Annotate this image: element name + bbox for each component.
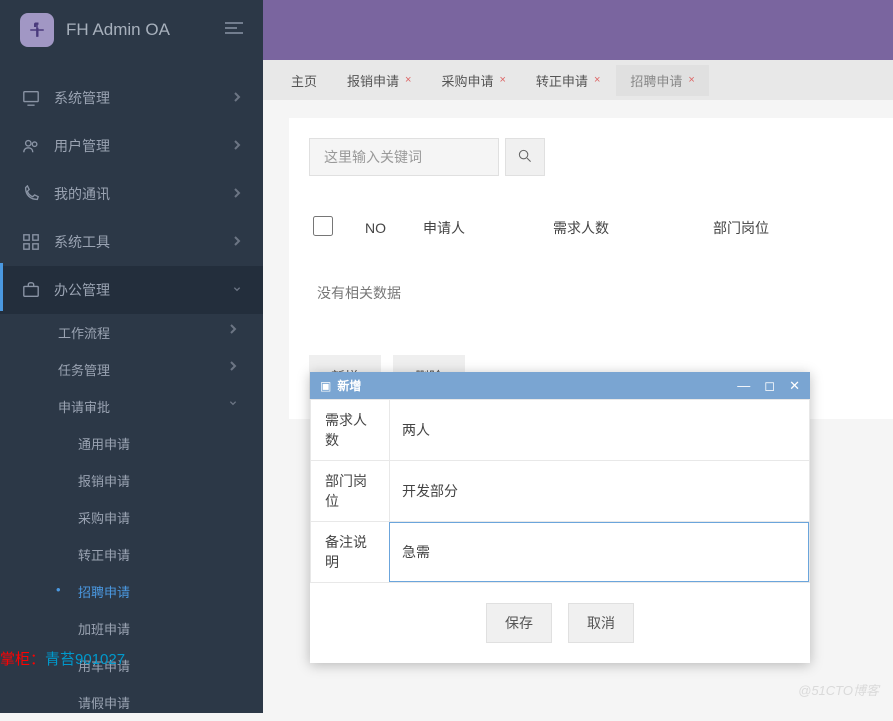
chevron-right-icon	[233, 90, 241, 106]
submenu-workflow[interactable]: 工作流程	[0, 314, 263, 351]
grid-icon	[22, 233, 40, 251]
sidebar-item-label: 办公管理	[54, 280, 233, 300]
tabs-bar: 主页 报销申请× 采购申请× 转正申请× 招聘申请×	[263, 60, 893, 100]
submenu-label: 任务管理	[58, 363, 110, 378]
close-icon[interactable]: ×	[594, 74, 600, 86]
demand-label: 需求人数	[311, 400, 389, 460]
empty-state: 没有相关数据	[309, 249, 873, 337]
close-icon[interactable]: ×	[405, 74, 411, 86]
sidebar-item-label: 系统管理	[54, 88, 233, 108]
dept-label: 部门岗位	[311, 461, 389, 521]
submenu-leave-apply[interactable]: 请假申请	[0, 684, 263, 721]
col-no: NO	[365, 220, 423, 236]
select-all-checkbox[interactable]	[313, 216, 333, 236]
overlay-text: 掌柜：青苔901027	[0, 648, 125, 669]
remark-label: 备注说明	[311, 522, 389, 582]
sidebar-item-users[interactable]: 用户管理	[0, 122, 263, 170]
tab-recruit[interactable]: 招聘申请×	[616, 65, 708, 96]
sidebar-item-label: 用户管理	[54, 136, 233, 156]
col-dept: 部门岗位	[713, 218, 843, 238]
brand-header: FH Admin OA	[0, 0, 263, 60]
search-input[interactable]	[309, 138, 499, 176]
submenu-label: 工作流程	[58, 326, 110, 341]
maximize-icon[interactable]: ◻	[764, 378, 775, 394]
tab-purchase[interactable]: 采购申请×	[427, 65, 519, 96]
dept-field[interactable]	[389, 461, 809, 521]
window-icon: ▣	[320, 379, 331, 393]
minimize-icon[interactable]: —	[737, 378, 750, 394]
close-icon[interactable]: ✕	[789, 378, 800, 394]
submenu-label: 申请审批	[58, 400, 110, 415]
submenu-recruit-apply[interactable]: 招聘申请	[0, 573, 263, 610]
submenu-approval[interactable]: 申请审批	[0, 388, 263, 425]
menu-toggle-icon[interactable]	[225, 21, 243, 40]
submenu-tasks[interactable]: 任务管理	[0, 351, 263, 388]
chevron-right-icon	[233, 186, 241, 202]
brand-title: FH Admin OA	[66, 20, 170, 40]
submenu-general-apply[interactable]: 通用申请	[0, 425, 263, 462]
sidebar-item-label: 系统工具	[54, 232, 233, 252]
sidebar-item-tools[interactable]: 系统工具	[0, 218, 263, 266]
tab-home[interactable]: 主页	[277, 65, 331, 96]
users-icon	[22, 137, 40, 155]
sidebar-item-office[interactable]: 办公管理	[0, 266, 263, 314]
submenu-regular-apply[interactable]: 转正申请	[0, 536, 263, 573]
close-icon[interactable]: ×	[688, 74, 694, 86]
demand-field[interactable]	[389, 400, 809, 460]
sidebar-item-label: 我的通讯	[54, 184, 233, 204]
table-header: NO 申请人 需求人数 部门岗位	[309, 206, 873, 249]
topbar	[263, 0, 893, 60]
chevron-down-icon	[229, 397, 237, 412]
search-icon	[518, 149, 532, 163]
tab-regular[interactable]: 转正申请×	[522, 65, 614, 96]
remark-field[interactable]	[389, 522, 809, 582]
close-icon[interactable]: ×	[499, 74, 505, 86]
brand-logo-icon	[20, 13, 54, 47]
dialog-header[interactable]: ▣ 新增 — ◻ ✕	[310, 372, 810, 399]
submenu-expense-apply[interactable]: 报销申请	[0, 462, 263, 499]
chevron-down-icon	[233, 282, 241, 298]
save-button[interactable]: 保存	[486, 603, 552, 643]
submenu-purchase-apply[interactable]: 采购申请	[0, 499, 263, 536]
search-button[interactable]	[505, 138, 545, 176]
new-dialog: ▣ 新增 — ◻ ✕ 需求人数 部门岗位 备注说明 保存 取消	[310, 372, 810, 663]
submenu-overtime-apply[interactable]: 加班申请	[0, 610, 263, 647]
sidebar-item-contacts[interactable]: 我的通讯	[0, 170, 263, 218]
sidebar-item-system[interactable]: 系统管理	[0, 74, 263, 122]
watermark: @51CTO博客	[798, 680, 879, 699]
chevron-right-icon	[233, 234, 241, 250]
chevron-right-icon	[229, 323, 237, 338]
monitor-icon	[22, 89, 40, 107]
chevron-right-icon	[233, 138, 241, 154]
col-applicant: 申请人	[423, 218, 553, 238]
dialog-title: 新增	[337, 377, 737, 394]
col-demand: 需求人数	[553, 218, 713, 238]
briefcase-icon	[22, 281, 40, 299]
cancel-button[interactable]: 取消	[568, 603, 634, 643]
chevron-right-icon	[229, 360, 237, 375]
phone-icon	[22, 185, 40, 203]
tab-expense[interactable]: 报销申请×	[333, 65, 425, 96]
